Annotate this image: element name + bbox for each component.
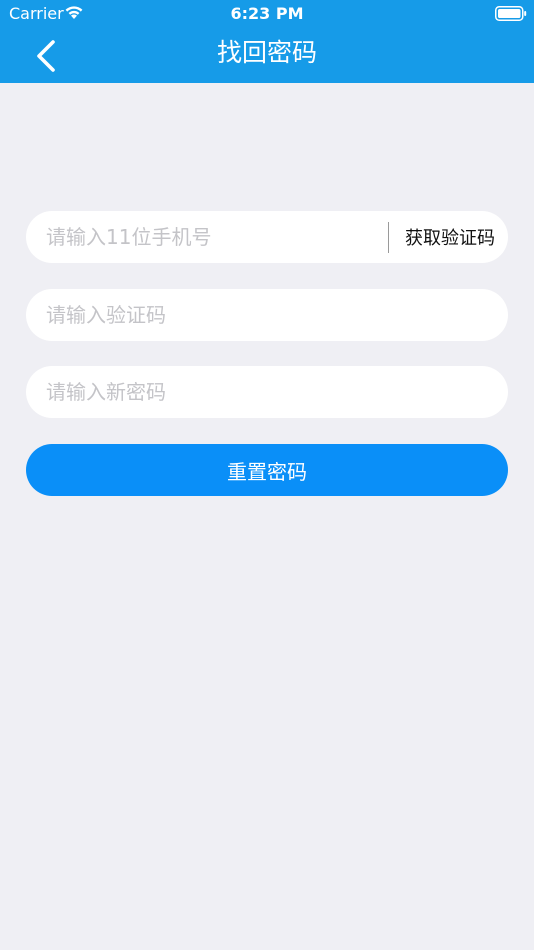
battery-icon <box>495 6 527 21</box>
new-password-field <box>26 366 508 418</box>
nav-bar: 找回密码 <box>0 28 534 83</box>
phone-input[interactable] <box>46 211 386 263</box>
app-header: Carrier 6:23 PM 找回密码 <box>0 0 534 83</box>
page-title: 找回密码 <box>216 38 317 67</box>
status-bar: Carrier 6:23 PM <box>0 0 534 28</box>
reset-password-button[interactable]: 重置密码 <box>26 444 508 496</box>
new-password-input[interactable] <box>46 366 486 418</box>
status-time: 6:23 PM <box>230 4 304 23</box>
phone-field: 获取验证码 <box>26 211 508 263</box>
verification-code-field <box>26 289 508 341</box>
field-divider <box>388 222 389 253</box>
verification-code-input[interactable] <box>46 289 486 341</box>
get-code-button[interactable]: 获取验证码 <box>392 211 508 263</box>
